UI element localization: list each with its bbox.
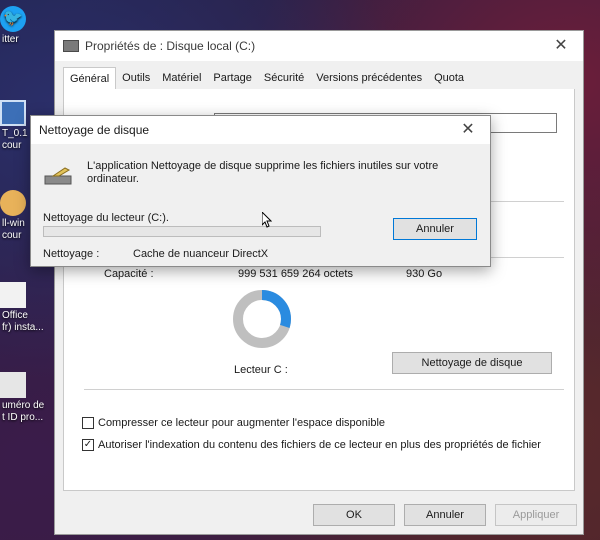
document-icon [0, 372, 26, 398]
office-icon [0, 282, 26, 308]
close-icon[interactable]: ✕ [539, 31, 583, 61]
tab-quota[interactable]: Quota [428, 67, 470, 89]
cleanup-cancel-button[interactable]: Annuler [393, 218, 477, 240]
properties-tabs: Général Outils Matériel Partage Sécurité… [63, 67, 575, 90]
cancel-button[interactable]: Annuler [404, 504, 486, 526]
cleanup-description: L'application Nettoyage de disque suppri… [87, 160, 439, 185]
drive-label: Lecteur C : [234, 364, 288, 376]
compress-label: Compresser ce lecteur pour augmenter l'e… [98, 417, 386, 429]
index-row[interactable]: ✓ Autoriser l'indexation du contenu des … [82, 439, 541, 451]
capacity-label: Capacité : [104, 268, 154, 280]
capacity-go: 930 Go [406, 268, 443, 280]
desktop-icon-label: Office fr) insta... [2, 310, 44, 333]
properties-window: Propriétés de : Disque local (C:) ✕ Géné… [54, 30, 584, 535]
cleanup-title: Nettoyage de disque [39, 123, 150, 137]
tab-general[interactable]: Général [63, 67, 117, 90]
cleaning-item: Cache de nuanceur DirectX [133, 248, 269, 260]
cleanup-titlebar[interactable]: Nettoyage de disque ✕ [31, 116, 490, 144]
tab-security[interactable]: Sécurité [258, 67, 310, 89]
desktop-icon-office[interactable]: Office fr) insta... [0, 282, 56, 334]
disk-cleanup-icon [44, 167, 72, 185]
drive-icon [63, 40, 79, 52]
apply-button[interactable]: Appliquer [495, 504, 577, 526]
compress-row[interactable]: Compresser ce lecteur pour augmenter l'e… [82, 417, 385, 429]
cleaning-label: Nettoyage : [43, 248, 100, 260]
compress-checkbox[interactable] [82, 417, 94, 429]
desktop-icon-twitter[interactable]: 🐦 itter [0, 6, 56, 46]
disk-cleanup-dialog: Nettoyage de disque ✕ L'application Nett… [30, 115, 491, 267]
tab-sharing[interactable]: Partage [207, 67, 258, 89]
tab-hardware[interactable]: Matériel [156, 67, 207, 89]
desktop-icon-document[interactable]: uméro de t ID pro... [0, 372, 56, 424]
index-label: Autoriser l'indexation du contenu des fi… [98, 439, 541, 451]
tab-tools[interactable]: Outils [116, 67, 156, 89]
capacity-bytes: 999 531 659 264 octets [238, 268, 353, 280]
drive-progress-label: Nettoyage du lecteur (C:). [43, 212, 169, 224]
cleanup-progress-bar [43, 226, 321, 237]
properties-footer: OK Annuler Appliquer [55, 494, 583, 536]
desktop-icon-label: itter [2, 34, 19, 45]
desktop-icon-label: uméro de t ID pro... [2, 400, 45, 423]
computer-icon [0, 100, 26, 126]
divider [84, 389, 564, 390]
properties-titlebar[interactable]: Propriétés de : Disque local (C:) ✕ [55, 31, 583, 61]
twitter-icon: 🐦 [0, 6, 26, 32]
mouse-cursor-icon [262, 212, 272, 228]
tab-previous-versions[interactable]: Versions précédentes [310, 67, 428, 89]
index-checkbox[interactable]: ✓ [82, 439, 94, 451]
disk-cleanup-button[interactable]: Nettoyage de disque [392, 352, 552, 374]
face-icon [0, 190, 26, 216]
properties-title: Propriétés de : Disque local (C:) [85, 39, 256, 53]
disk-usage-donut [233, 290, 291, 348]
ok-button[interactable]: OK [313, 504, 395, 526]
close-icon[interactable]: ✕ [446, 116, 490, 144]
